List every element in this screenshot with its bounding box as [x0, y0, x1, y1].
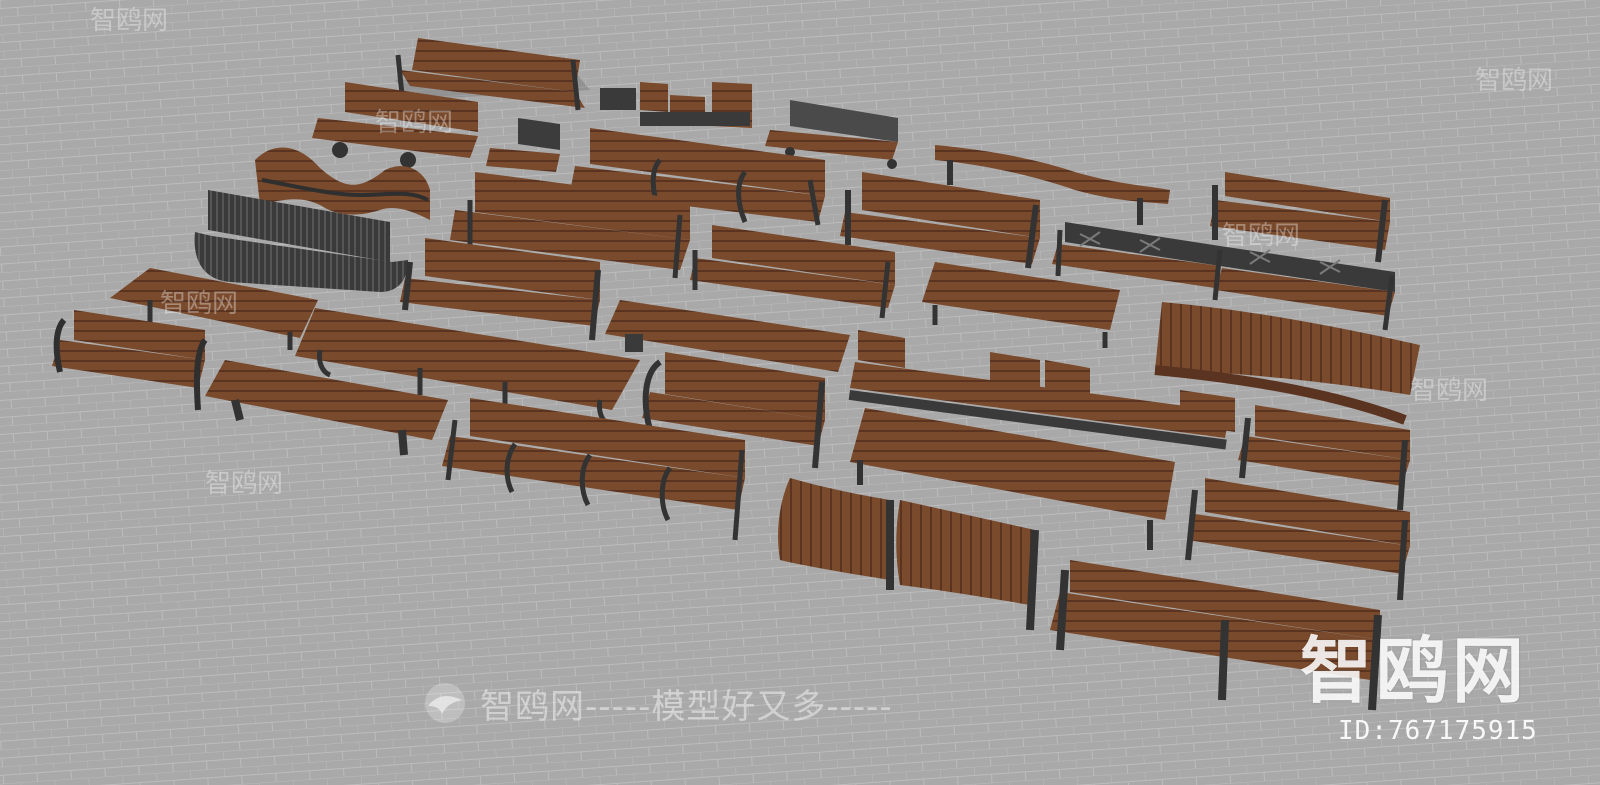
watermark-brand-big: 智鸥网 [1300, 629, 1529, 713]
watermark-small-brand: 智鸥网 [205, 469, 284, 499]
watermark-small-brand: 智鸥网 [90, 6, 169, 36]
watermark-small-brand: 智鸥网 [1475, 66, 1554, 96]
watermark-small-brand: 智鸥网 [1410, 376, 1489, 406]
watermark-small-brand: 智鸥网 [375, 108, 454, 138]
watermark-id: ID:767175915 [1338, 716, 1538, 746]
watermark-center: 智鸥网-----模型好又多----- [420, 678, 893, 728]
bird-logo-icon [425, 683, 465, 723]
watermark-small-brand: 智鸥网 [160, 289, 239, 319]
watermark-small-brand: 智鸥网 [1222, 221, 1301, 251]
render-scene: 智鸥网 智鸥网 智鸥网 智鸥网 智鸥网 智鸥网 智鸥网 智鸥网-----模型好又… [0, 0, 1600, 785]
watermark-center-text: 智鸥网-----模型好又多----- [480, 686, 893, 727]
